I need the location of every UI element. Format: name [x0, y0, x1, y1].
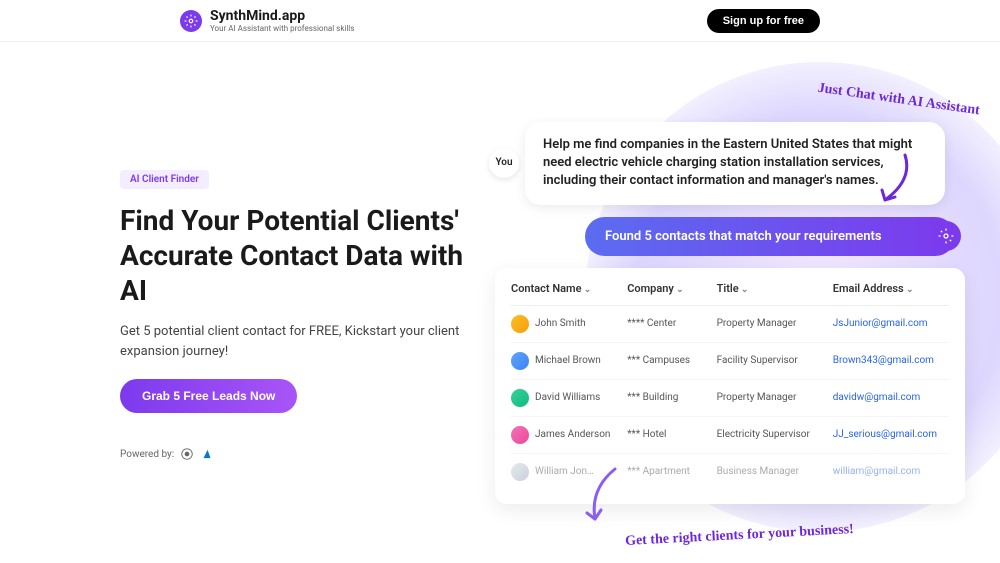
- hero-subhead: Get 5 potential client contact for FREE,…: [120, 322, 480, 361]
- avatar: [511, 389, 529, 407]
- contact-name-cell: James Anderson: [511, 426, 627, 444]
- avatar: [511, 352, 529, 370]
- arrow-icon: [575, 464, 625, 534]
- email-cell[interactable]: JJ_serious@gmail.com: [833, 429, 949, 440]
- contact-name-text: John Smith: [535, 318, 586, 329]
- table-row[interactable]: John Smith **** CenterProperty ManagerJsJ…: [511, 306, 949, 343]
- arrow-icon: [875, 150, 915, 210]
- brain-icon: [931, 221, 961, 251]
- title-cell: Business Manager: [717, 466, 833, 477]
- contact-name-cell: John Smith: [511, 315, 627, 333]
- company-cell: *** Apartment: [627, 466, 716, 477]
- company-cell: **** Center: [627, 318, 716, 329]
- brand-logo[interactable]: SynthMind.app Your AI Assistant with pro…: [180, 8, 354, 33]
- brand-name: SynthMind.app: [210, 8, 354, 24]
- powered-label: Powered by:: [120, 449, 174, 460]
- table-row[interactable]: David Williams *** BuildingProperty Manag…: [511, 380, 949, 417]
- contact-name-cell: Michael Brown: [511, 352, 627, 370]
- azure-icon: [200, 447, 214, 461]
- title-cell: Property Manager: [717, 318, 833, 329]
- title-cell: Property Manager: [717, 392, 833, 403]
- avatar: [511, 315, 529, 333]
- contacts-table: Contact Name Company Title Email Address…: [495, 268, 965, 504]
- email-cell[interactable]: davidw@gmail.com: [833, 392, 949, 403]
- powered-by: Powered by:: [120, 447, 480, 461]
- brand-icon: [180, 10, 202, 32]
- table-header: Contact Name Company Title Email Address: [511, 282, 949, 306]
- company-cell: *** Building: [627, 392, 716, 403]
- avatar: [511, 463, 529, 481]
- col-email[interactable]: Email Address: [833, 282, 949, 295]
- openai-icon: [180, 447, 194, 461]
- page-header: SynthMind.app Your AI Assistant with pro…: [0, 0, 1000, 42]
- col-company[interactable]: Company: [627, 282, 716, 295]
- email-cell[interactable]: JsJunior@gmail.com: [833, 318, 949, 329]
- user-message-text: Help me find companies in the Eastern Un…: [543, 137, 912, 188]
- title-cell: Facility Supervisor: [717, 355, 833, 366]
- response-text: Found 5 contacts that match your require…: [605, 229, 882, 244]
- contact-name-text: James Anderson: [535, 429, 610, 440]
- hero-section: AI Client Finder Find Your Potential Cli…: [120, 82, 480, 461]
- company-cell: *** Campuses: [627, 355, 716, 366]
- cta-button[interactable]: Grab 5 Free Leads Now: [120, 379, 297, 413]
- brand-tagline: Your AI Assistant with professional skil…: [210, 24, 354, 33]
- col-contact-name[interactable]: Contact Name: [511, 282, 627, 295]
- email-cell[interactable]: Brown343@gmail.com: [833, 355, 949, 366]
- email-cell[interactable]: william@gmail.com: [833, 466, 949, 477]
- table-row[interactable]: Michael Brown *** CampusesFacility Superv…: [511, 343, 949, 380]
- illustration-panel: Just Chat with AI Assistant You Help me …: [485, 72, 985, 504]
- col-title[interactable]: Title: [717, 282, 833, 295]
- title-cell: Electricity Supervisor: [717, 429, 833, 440]
- annotation-bottom: Get the right clients for your business!: [625, 522, 854, 550]
- signup-button[interactable]: Sign up for free: [707, 9, 820, 33]
- you-badge: You: [489, 148, 519, 178]
- ai-response-bar: Found 5 contacts that match your require…: [585, 217, 955, 256]
- contact-name-text: Michael Brown: [535, 355, 601, 366]
- contact-name-text: David Williams: [535, 392, 600, 403]
- hero-heading: Find Your Potential Clients' Accurate Co…: [120, 203, 480, 308]
- avatar: [511, 426, 529, 444]
- company-cell: *** Hotel: [627, 429, 716, 440]
- main-content: AI Client Finder Find Your Potential Cli…: [0, 42, 1000, 461]
- table-row[interactable]: James Anderson *** HotelElectricity Super…: [511, 417, 949, 454]
- contact-name-cell: David Williams: [511, 389, 627, 407]
- product-badge: AI Client Finder: [120, 170, 209, 189]
